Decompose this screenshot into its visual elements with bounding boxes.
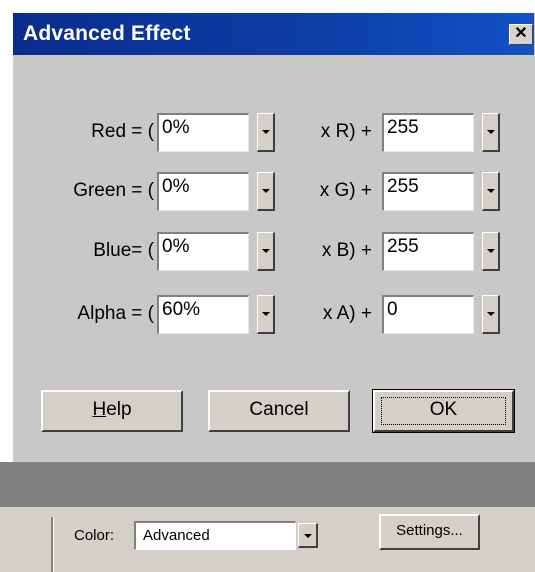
alpha-percent-field[interactable]: 60%	[157, 295, 249, 334]
help-button[interactable]: Help	[41, 390, 183, 432]
blue-percent-field[interactable]: 0%	[157, 232, 249, 271]
cancel-button-label: Cancel	[249, 399, 309, 420]
panel-separator	[51, 517, 54, 572]
chevron-down-icon	[487, 312, 495, 316]
green-offset-dropdown[interactable]	[482, 172, 500, 211]
panel-header-band	[0, 462, 535, 507]
green-label: Green = (	[73, 180, 154, 201]
chevron-down-icon	[262, 312, 270, 316]
alpha-label: Alpha = (	[77, 303, 154, 324]
blue-multiplier-label: x B) +	[321, 240, 372, 261]
chevron-down-icon	[262, 249, 270, 253]
red-label: Red = (	[91, 121, 154, 142]
blue-offset-field[interactable]: 255	[382, 232, 474, 271]
green-percent-dropdown[interactable]	[257, 172, 275, 211]
close-icon: ✕	[514, 25, 528, 42]
ok-button[interactable]: OK	[372, 389, 515, 433]
green-multiplier-label: x G) +	[319, 180, 372, 201]
red-offset-dropdown[interactable]	[482, 113, 500, 152]
color-label: Color:	[74, 527, 115, 544]
help-mnemonic: H	[92, 399, 107, 420]
chevron-down-icon	[487, 130, 495, 134]
red-offset-field[interactable]: 255	[382, 113, 474, 152]
green-offset-field[interactable]: 255	[382, 172, 474, 211]
blue-percent-dropdown[interactable]	[257, 232, 275, 271]
settings-button[interactable]: Settings...	[379, 514, 480, 550]
alpha-multiplier-label: x A) +	[322, 303, 372, 324]
alpha-offset-field[interactable]: 0	[382, 295, 474, 334]
chevron-down-icon	[262, 130, 270, 134]
dialog-title: Advanced Effect	[23, 22, 191, 45]
red-multiplier-label: x R) +	[320, 121, 372, 142]
color-select[interactable]: Advanced	[134, 521, 296, 550]
chevron-down-icon	[487, 249, 495, 253]
red-percent-dropdown[interactable]	[257, 113, 275, 152]
help-button-label: elp	[106, 399, 132, 420]
title-bar[interactable]: Advanced Effect ✕	[13, 13, 534, 55]
chevron-down-icon	[304, 534, 312, 538]
settings-button-label: Settings...	[396, 522, 463, 539]
focus-rectangle	[381, 397, 506, 425]
blue-label: Blue= (	[93, 240, 154, 261]
alpha-offset-dropdown[interactable]	[482, 295, 500, 334]
color-select-dropdown[interactable]	[298, 523, 318, 548]
alpha-percent-dropdown[interactable]	[257, 295, 275, 334]
close-button[interactable]: ✕	[509, 24, 533, 45]
red-percent-field[interactable]: 0%	[157, 113, 249, 152]
blue-offset-dropdown[interactable]	[482, 232, 500, 271]
chevron-down-icon	[262, 189, 270, 193]
chevron-down-icon	[487, 189, 495, 193]
cancel-button[interactable]: Cancel	[208, 390, 350, 432]
green-percent-field[interactable]: 0%	[157, 172, 249, 211]
